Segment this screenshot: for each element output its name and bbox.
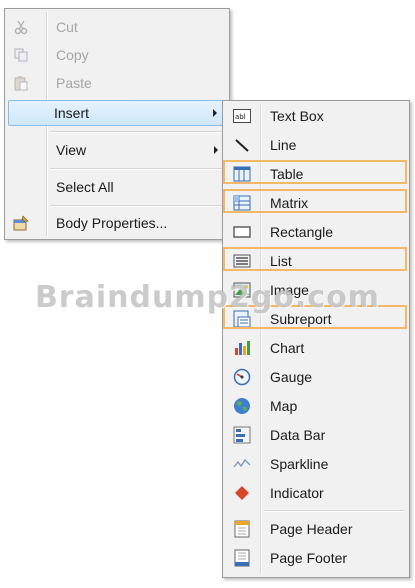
menu-item-body-properties[interactable]: Body Properties... bbox=[8, 210, 226, 236]
submenu-item-page-footer[interactable]: Page Footer bbox=[226, 545, 406, 571]
submenu-item-label: Indicator bbox=[270, 485, 324, 501]
submenu-item-label: Rectangle bbox=[270, 224, 334, 240]
menu-item-label: Select All bbox=[56, 179, 114, 195]
submenu-item-line[interactable]: Line bbox=[226, 132, 406, 158]
submenu-item-gauge[interactable]: Gauge bbox=[226, 364, 406, 390]
submenu-item-chart[interactable]: Chart bbox=[226, 335, 406, 361]
indicator-icon bbox=[232, 483, 252, 503]
page-header-icon bbox=[232, 519, 252, 539]
submenu-item-label: Map bbox=[270, 398, 298, 414]
submenu-item-subreport[interactable]: Subreport bbox=[226, 306, 406, 332]
paste-icon bbox=[11, 73, 31, 93]
gauge-icon bbox=[232, 367, 252, 387]
chart-icon bbox=[232, 338, 252, 358]
menu-item-view[interactable]: View bbox=[8, 137, 226, 163]
submenu-arrow-icon bbox=[213, 109, 217, 117]
submenu-item-label: Gauge bbox=[270, 369, 313, 385]
submenu-item-page-header[interactable]: Page Header bbox=[226, 516, 406, 542]
submenu-item-label: Image bbox=[270, 282, 309, 298]
menu-separator bbox=[50, 205, 225, 207]
submenu-item-image[interactable]: Image bbox=[226, 277, 406, 303]
submenu-item-matrix[interactable]: Matrix bbox=[226, 190, 406, 216]
menu-item-label: View bbox=[56, 142, 87, 158]
subreport-icon bbox=[232, 309, 252, 329]
submenu-item-label: Matrix bbox=[270, 195, 309, 211]
submenu-item-label: Page Header bbox=[270, 521, 353, 537]
submenu-item-label: List bbox=[270, 253, 292, 269]
cut-icon bbox=[11, 17, 31, 37]
menu-separator bbox=[50, 168, 225, 170]
menu-item-label: Body Properties... bbox=[56, 215, 168, 231]
menu-item-copy[interactable]: Copy bbox=[8, 42, 226, 68]
submenu-item-label: Chart bbox=[270, 340, 305, 356]
map-icon bbox=[232, 396, 252, 416]
submenu-item-map[interactable]: Map bbox=[226, 393, 406, 419]
submenu-item-label: Subreport bbox=[270, 311, 332, 327]
list-icon bbox=[232, 251, 252, 271]
menu-item-label: Copy bbox=[56, 47, 89, 63]
line-icon bbox=[232, 135, 252, 155]
menu-item-paste[interactable]: Paste bbox=[8, 70, 226, 96]
menu-item-select-all[interactable]: Select All bbox=[8, 174, 226, 200]
submenu-item-label: Table bbox=[270, 166, 304, 182]
menu-item-insert[interactable]: Insert bbox=[8, 100, 226, 126]
svg-text:abl: abl bbox=[235, 113, 246, 121]
submenu-item-indicator[interactable]: Indicator bbox=[226, 480, 406, 506]
menu-item-label: Cut bbox=[56, 19, 78, 35]
context-menu: Cut Copy Paste Insert View Select All Bo… bbox=[4, 8, 230, 240]
submenu-item-label: Page Footer bbox=[270, 550, 348, 566]
submenu-item-label: Sparkline bbox=[270, 456, 329, 472]
menu-item-label: Insert bbox=[54, 105, 90, 121]
textbox-icon: abl bbox=[232, 106, 252, 126]
menu-item-cut[interactable]: Cut bbox=[8, 14, 226, 40]
insert-submenu: abl Text Box Line Table Matrix Rectangle… bbox=[222, 100, 410, 578]
submenu-item-label: Text Box bbox=[270, 108, 324, 124]
submenu-item-text-box[interactable]: abl Text Box bbox=[226, 103, 406, 129]
submenu-item-table[interactable]: Table bbox=[226, 161, 406, 187]
submenu-item-label: Data Bar bbox=[270, 427, 326, 443]
submenu-item-label: Line bbox=[270, 137, 297, 153]
submenu-item-sparkline[interactable]: Sparkline bbox=[226, 451, 406, 477]
submenu-separator bbox=[264, 510, 405, 512]
image-icon bbox=[232, 280, 252, 300]
submenu-item-data-bar[interactable]: Data Bar bbox=[226, 422, 406, 448]
menu-item-label: Paste bbox=[56, 75, 92, 91]
page-footer-icon bbox=[232, 548, 252, 568]
table-icon bbox=[232, 164, 252, 184]
submenu-arrow-icon bbox=[214, 146, 218, 154]
matrix-icon bbox=[232, 193, 252, 213]
sparkline-icon bbox=[232, 454, 252, 474]
menu-separator bbox=[50, 131, 225, 133]
databar-icon bbox=[232, 425, 252, 445]
submenu-item-list[interactable]: List bbox=[226, 248, 406, 274]
rectangle-icon bbox=[232, 222, 252, 242]
body-properties-icon bbox=[11, 213, 31, 233]
copy-icon bbox=[11, 45, 31, 65]
submenu-item-rectangle[interactable]: Rectangle bbox=[226, 219, 406, 245]
